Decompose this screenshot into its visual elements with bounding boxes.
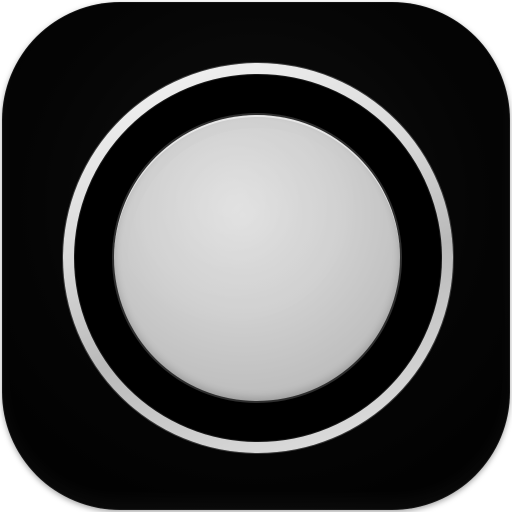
record-button-icon (114, 115, 400, 401)
icon-canvas (0, 0, 512, 512)
app-icon[interactable] (2, 2, 510, 510)
